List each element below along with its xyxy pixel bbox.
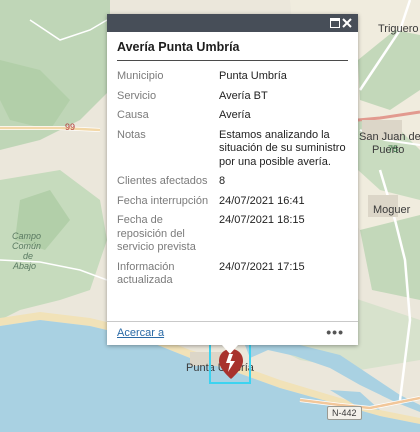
maximize-icon[interactable] [330, 18, 340, 28]
attribute-table: Municipio Punta Umbría Servicio Avería B… [117, 67, 349, 291]
road-shield-99: 99 [65, 122, 76, 132]
attribute-value: 24/07/2021 18:15 [219, 214, 305, 226]
table-row: Servicio Avería BT [117, 87, 349, 107]
table-row: Causa Avería [117, 106, 349, 126]
label-campo-comun-2: Común [12, 241, 42, 251]
label-campo-comun-1: Campo [12, 231, 42, 241]
close-icon[interactable] [340, 15, 354, 31]
attribute-key: Servicio [117, 89, 157, 102]
attribute-value: Punta Umbría [219, 70, 287, 82]
attribute-key: Municipio [117, 70, 164, 82]
road-shield-n442: N-442 [327, 406, 362, 420]
popup-header [107, 14, 358, 32]
attribute-key: Información actualizada [117, 260, 175, 287]
attribute-key: Fecha de reposición del servicio previst… [117, 214, 196, 253]
label-moguer: Moguer [373, 204, 411, 216]
table-row: Información actualizada 24/07/2021 17:15 [117, 258, 349, 291]
attribute-value: Avería [219, 109, 251, 121]
table-row: Fecha interrupción 24/07/2021 16:41 [117, 192, 349, 212]
table-row: Fecha de reposición del servicio previst… [117, 211, 349, 258]
attribute-key: Causa [117, 109, 149, 121]
label-trigueros: Triguero [378, 23, 419, 35]
attribute-key: Fecha interrupción [117, 194, 209, 207]
road-shield-75: 75 [388, 144, 399, 154]
attribute-value: 8 [219, 175, 226, 187]
popup-footer: Acercar a ••• [107, 321, 358, 345]
attribute-value: Avería BT [219, 89, 268, 102]
attribute-key: Clientes afectados [117, 175, 208, 187]
label-san-juan-del: San Juan del [359, 131, 420, 143]
attribute-value: 24/07/2021 16:41 [219, 194, 305, 207]
label-campo-comun-3: de [23, 251, 34, 261]
table-row: Notas Estamos analizando la situación de… [117, 126, 349, 173]
label-campo-comun-4: Abajo [13, 261, 37, 271]
popup-title: Avería Punta Umbría [117, 40, 348, 61]
more-options-icon[interactable]: ••• [326, 324, 344, 340]
popup-pointer [222, 345, 238, 354]
zoom-to-link[interactable]: Acercar a [117, 327, 164, 339]
attribute-value: Estamos analizando la situación de su su… [219, 128, 346, 168]
feature-popup: Avería Punta Umbría Municipio Punta Umbr… [107, 14, 358, 345]
table-row: Municipio Punta Umbría [117, 67, 349, 87]
attribute-value: 24/07/2021 17:15 [219, 260, 305, 273]
attribute-key: Notas [117, 128, 146, 141]
table-row: Clientes afectados 8 [117, 172, 349, 192]
